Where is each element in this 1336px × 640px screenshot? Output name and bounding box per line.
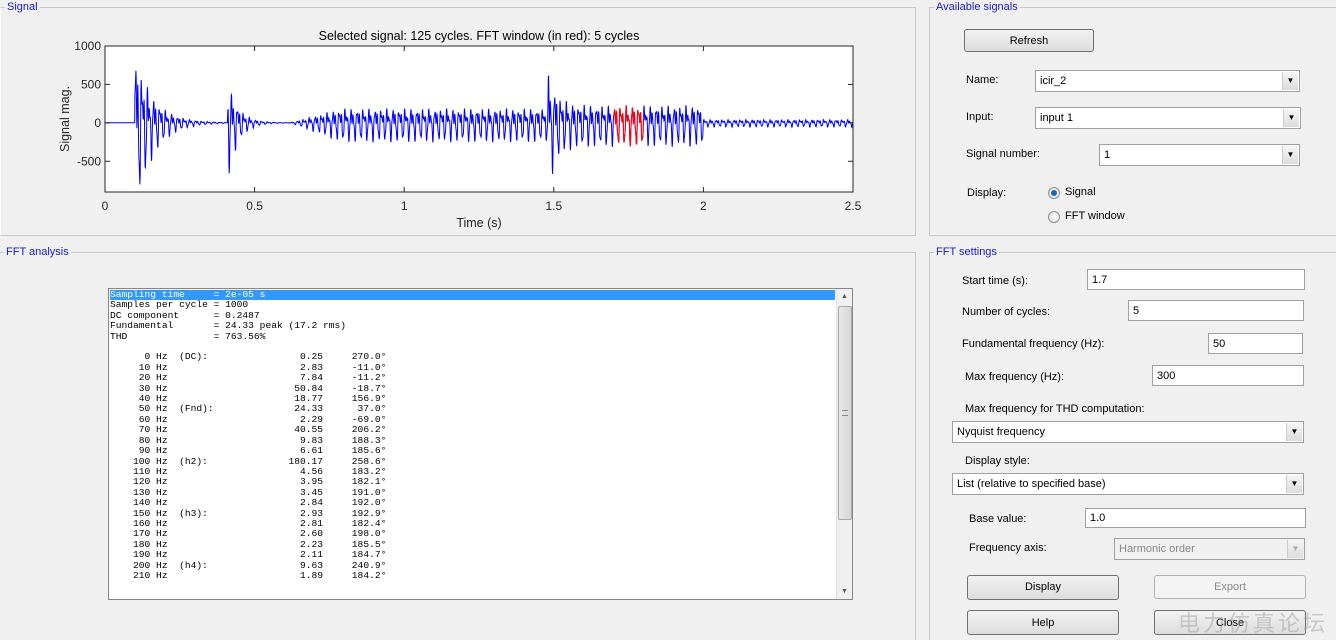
y-tick-label: 0	[94, 116, 101, 130]
y-tick-label: -500	[77, 154, 101, 168]
vertical-scrollbar[interactable]: ▲ ▼	[836, 289, 852, 599]
signal-plot: 0 0.5 1 1.5 2 2.5 1000 500 0 -500 Selected signal:…	[58, 29, 862, 230]
thd-frequency-select[interactable]: Nyquist frequency ▼	[952, 421, 1304, 443]
chevron-down-icon[interactable]: ▼	[1282, 72, 1298, 90]
radio-signal-label[interactable]: Signal	[1065, 186, 1096, 198]
display-style-select[interactable]: List (relative to specified base) ▼	[952, 473, 1304, 495]
radio-signal[interactable]	[1048, 187, 1060, 199]
cycles-label: Number of cycles:	[962, 306, 1051, 318]
start-time-input[interactable]	[1087, 269, 1305, 290]
scroll-down-icon[interactable]: ▼	[837, 584, 852, 599]
radio-fft-window[interactable]	[1048, 211, 1060, 223]
available-signals-title: Available signals	[934, 1, 1020, 13]
fft-analysis-title: FFT analysis	[4, 246, 71, 258]
frequency-axis-label: Frequency axis:	[969, 542, 1047, 554]
max-frequency-input[interactable]	[1152, 365, 1304, 386]
fft-row[interactable]: 140 Hz 2.84 192.0°	[110, 497, 835, 508]
base-value-input[interactable]	[1085, 508, 1306, 528]
name-value: icir_2	[1040, 75, 1067, 87]
plot-title: Selected signal: 125 cycles. FFT window …	[319, 29, 640, 43]
y-axis-label: Signal mag.	[58, 86, 72, 152]
help-button[interactable]: Help	[967, 610, 1119, 635]
name-label: Name:	[966, 74, 999, 86]
y-tick-label: 500	[81, 77, 101, 91]
fft-results-lines: Sampling time = 2e-05 s Samples per cycle…	[110, 289, 835, 581]
name-select[interactable]: icir_2 ▼	[1035, 70, 1300, 92]
fft-results-list[interactable]: Sampling time = 2e-05 s Samples per cycle…	[108, 288, 853, 600]
x-axis-label: Time (s)	[456, 216, 501, 230]
display-button[interactable]: Display	[967, 575, 1119, 600]
chevron-down-icon[interactable]: ▼	[1282, 146, 1298, 164]
display-style-value: List (relative to specified base)	[957, 478, 1106, 490]
refresh-button[interactable]: Refresh	[964, 29, 1094, 52]
chevron-down-icon[interactable]: ▼	[1286, 423, 1302, 441]
chevron-down-icon[interactable]: ▼	[1286, 475, 1302, 493]
fundamental-frequency-label: Fundamental frequency (Hz):	[962, 338, 1105, 350]
export-button[interactable]: Export	[1154, 575, 1306, 599]
fft-row[interactable]: 190 Hz 2.11 184.7°	[110, 549, 835, 560]
display-label: Display:	[967, 187, 1007, 199]
scroll-up-icon[interactable]: ▲	[837, 289, 852, 304]
fft-header-line[interactable]: THD = 763.56%	[110, 331, 835, 342]
radio-fft-window-label[interactable]: FFT window	[1065, 210, 1125, 222]
fundamental-frequency-input[interactable]	[1208, 333, 1303, 354]
fft-row[interactable]: 90 Hz 6.61 185.6°	[110, 445, 835, 456]
display-style-label: Display style:	[965, 455, 1030, 467]
fft-row[interactable]: 210 Hz 1.89 184.2°	[110, 570, 835, 581]
y-tick-label: 1000	[74, 39, 101, 53]
x-tick-label: 2.5	[845, 199, 862, 213]
cycles-input[interactable]	[1128, 300, 1304, 321]
frequency-axis-select[interactable]: Harmonic order ▼	[1114, 538, 1305, 560]
max-frequency-label: Max frequency (Hz):	[965, 371, 1065, 383]
scrollbar-thumb[interactable]	[838, 306, 852, 520]
input-select[interactable]: input 1 ▼	[1035, 107, 1301, 129]
frequency-axis-value: Harmonic order	[1119, 543, 1195, 555]
x-tick-label: 2	[700, 199, 707, 213]
base-value-label: Base value:	[969, 513, 1027, 525]
fft-settings-title: FFT settings	[934, 246, 999, 258]
x-tick-label: 0.5	[246, 199, 263, 213]
x-tick-label: 1	[401, 199, 408, 213]
chevron-down-icon[interactable]: ▼	[1283, 109, 1299, 127]
signal-number-value: 1	[1104, 149, 1111, 161]
chevron-down-icon[interactable]: ▼	[1287, 540, 1303, 558]
x-tick-label: 1.5	[545, 199, 562, 213]
thd-frequency-value: Nyquist frequency	[957, 426, 1046, 438]
input-value: input 1	[1040, 112, 1074, 124]
x-tick-label: 0	[102, 199, 109, 213]
watermark: 电力仿真论坛	[1178, 612, 1329, 637]
start-time-label: Start time (s):	[962, 275, 1029, 287]
input-label: Input:	[966, 111, 994, 123]
signal-number-select[interactable]: 1 ▼	[1099, 144, 1300, 166]
thd-frequency-label: Max frequency for THD computation:	[965, 403, 1145, 415]
signal-number-label: Signal number:	[966, 148, 1040, 160]
